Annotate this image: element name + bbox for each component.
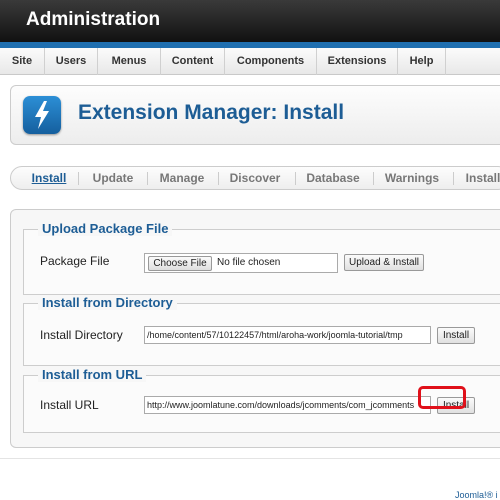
directory-fieldset: Install from Directory Install Directory…	[23, 295, 500, 366]
install-url-input[interactable]: http://www.joomlatune.com/downloads/jcom…	[144, 396, 431, 414]
tab-divider	[78, 172, 79, 185]
package-file-input[interactable]: Choose File No file chosen	[144, 253, 338, 273]
page-title: Extension Manager: Install	[78, 101, 345, 124]
page-header: Extension Manager: Install	[10, 85, 500, 145]
tab-install[interactable]: Install	[25, 167, 73, 189]
tab-discover[interactable]: Discover	[225, 167, 285, 189]
tab-divider	[295, 172, 296, 185]
tab-manage[interactable]: Manage	[154, 167, 210, 189]
menu-item-components[interactable]: Components	[225, 48, 317, 75]
menu-item-menus[interactable]: Menus	[98, 48, 161, 75]
tab-divider	[147, 172, 148, 185]
tab-database[interactable]: Database	[302, 167, 364, 189]
package-file-label: Package File	[40, 254, 110, 268]
tab-divider	[453, 172, 454, 185]
tab-divider	[373, 172, 374, 185]
install-directory-input[interactable]: /home/content/57/10122457/html/aroha-wor…	[144, 326, 431, 344]
upload-fieldset: Upload Package File Package File Choose …	[23, 221, 500, 295]
install-url-label: Install URL	[40, 398, 99, 412]
menu-item-site[interactable]: Site	[0, 48, 45, 75]
footer-text: Joomla!® i	[455, 490, 498, 500]
menu-item-content[interactable]: Content	[161, 48, 225, 75]
tab-update[interactable]: Update	[86, 167, 140, 189]
menu-item-help[interactable]: Help	[398, 48, 446, 75]
lightning-bolt-icon	[23, 96, 61, 134]
footer-divider	[0, 458, 500, 459]
install-directory-button[interactable]: Install	[437, 327, 475, 344]
submenu-tabs: Install Update Manage Discover Database …	[10, 166, 500, 190]
upload-install-button[interactable]: Upload & Install	[344, 254, 424, 271]
menu-item-users[interactable]: Users	[45, 48, 98, 75]
main-menu: Site Users Menus Content Components Exte…	[0, 48, 500, 75]
tab-warnings[interactable]: Warnings	[381, 167, 443, 189]
menu-item-extensions[interactable]: Extensions	[317, 48, 398, 75]
install-panel: Upload Package File Package File Choose …	[10, 209, 500, 448]
choose-file-button[interactable]: Choose File	[148, 256, 212, 271]
admin-title: Administration	[26, 9, 161, 30]
directory-legend: Install from Directory	[38, 295, 177, 310]
upload-legend: Upload Package File	[38, 221, 173, 236]
tab-install-languages[interactable]: Install	[463, 167, 500, 189]
install-directory-label: Install Directory	[40, 328, 123, 342]
url-legend: Install from URL	[38, 367, 147, 382]
install-button-highlight	[418, 386, 466, 409]
admin-topbar: Administration	[0, 0, 500, 42]
tab-divider	[218, 172, 219, 185]
file-status-text: No file chosen	[217, 257, 281, 268]
